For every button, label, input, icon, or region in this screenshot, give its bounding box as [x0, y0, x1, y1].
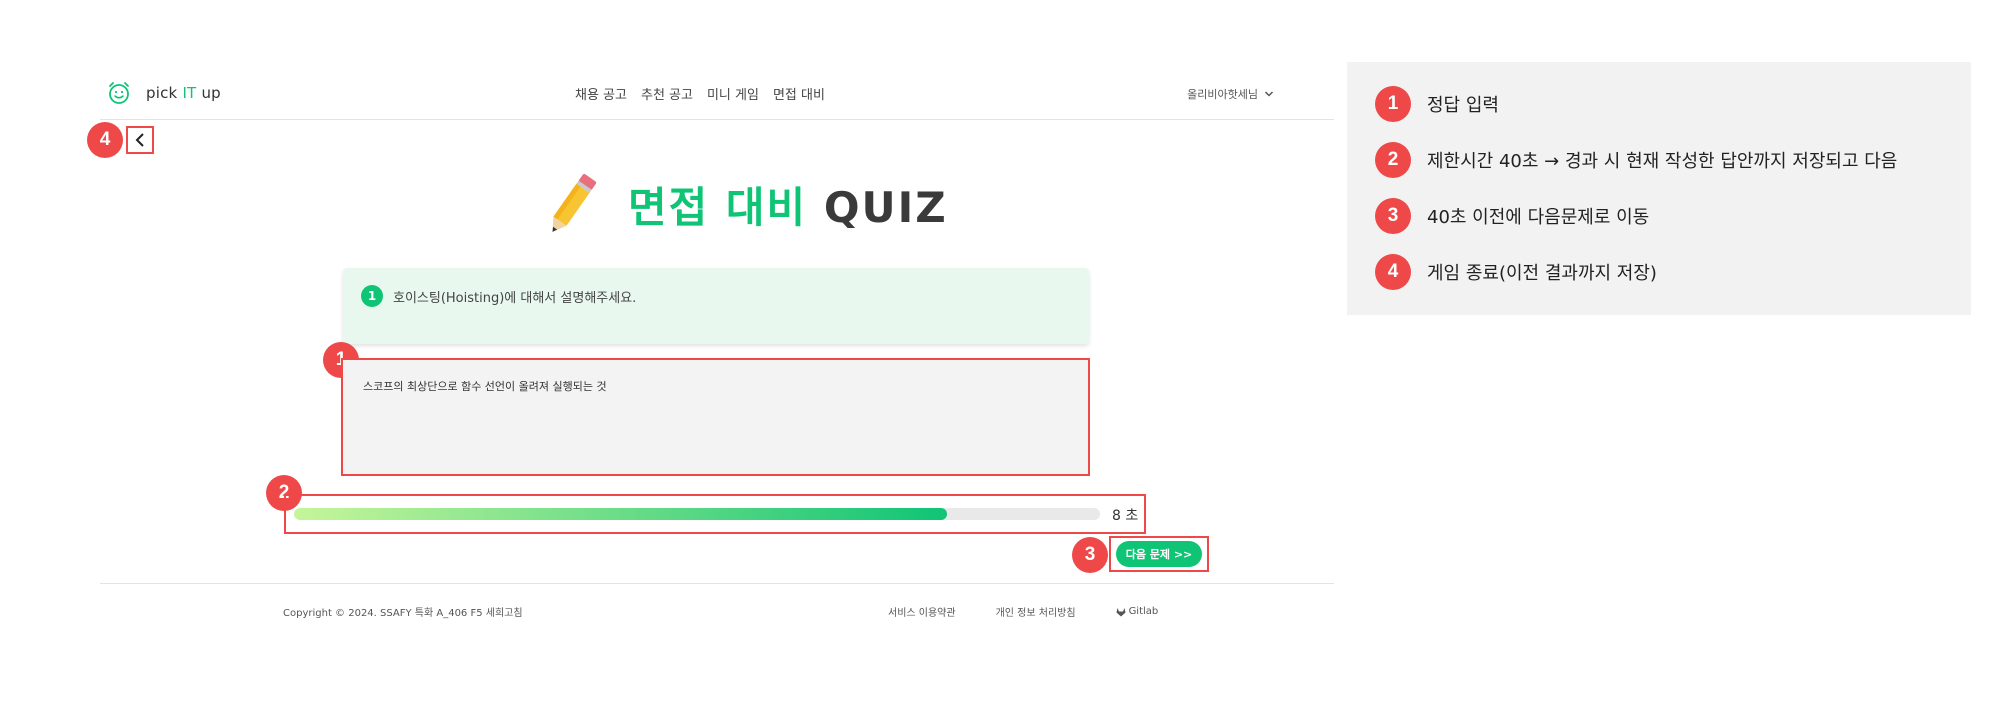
footer-links: 서비스 이용약관 개인 정보 처리방침 Gitlab: [888, 604, 1158, 619]
user-menu[interactable]: 올리비아핫세님: [1187, 86, 1274, 102]
gitlab-icon: [1116, 607, 1126, 616]
legend-text: 40초 이전에 다음문제로 이동: [1427, 207, 1650, 228]
answer-textarea[interactable]: 스코프의 최상단으로 함수 선언이 올려져 실행되는 것: [341, 358, 1090, 476]
timer-fill: [294, 508, 947, 520]
legend-marker: 3: [1375, 198, 1411, 234]
title-dark: QUIZ: [823, 182, 948, 232]
chevron-down-icon: [1264, 91, 1274, 97]
timer-label: 8 초: [1112, 508, 1139, 524]
timer: 8 초: [284, 494, 1146, 534]
footer-link-terms[interactable]: 서비스 이용약관: [888, 604, 956, 619]
legend-marker: 2: [1375, 142, 1411, 178]
legend-item: 2 제한시간 40초 → 경과 시 현재 작성한 답안까지 저장되고 다음: [1375, 141, 1897, 179]
answer-value: 스코프의 최상단으로 함수 선언이 올려져 실행되는 것: [363, 380, 607, 393]
site-header: pick IT up 채용 공고 추천 공고 미니 게임 면접 대비 올리비아핫세님: [100, 72, 1334, 120]
footer-link-privacy[interactable]: 개인 정보 처리방침: [996, 604, 1076, 619]
back-button[interactable]: [126, 126, 154, 154]
nav-interview-prep[interactable]: 면접 대비: [773, 84, 825, 103]
logo[interactable]: pick IT up: [106, 80, 221, 106]
app-screenshot: pick IT up 채용 공고 추천 공고 미니 게임 면접 대비 올리비아핫세님…: [0, 0, 1340, 702]
gitlab-link-label: Gitlab: [1128, 606, 1159, 617]
annotation-marker-3: 3: [1072, 537, 1108, 573]
question-text: 호이스팅(Hoisting)에 대해서 설명해주세요.: [393, 291, 637, 306]
main-nav: 채용 공고 추천 공고 미니 게임 면접 대비: [575, 84, 825, 103]
logo-text: pick IT up: [146, 84, 221, 102]
logo-pick: pick: [146, 84, 178, 102]
legend-item: 1 정답 입력: [1375, 85, 1499, 123]
legend-marker: 1: [1375, 86, 1411, 122]
nav-recommended-postings[interactable]: 추천 공고: [641, 84, 693, 103]
nav-mini-game[interactable]: 미니 게임: [707, 84, 759, 103]
legend-panel: 1 정답 입력 2 제한시간 40초 → 경과 시 현재 작성한 답안까지 저장…: [1347, 62, 1971, 315]
pencil-icon: [552, 173, 597, 232]
next-question-button[interactable]: 다음 문제 >>: [1116, 541, 1202, 567]
legend-text: 정답 입력: [1427, 95, 1499, 116]
page-title: 면접 대비 QUIZ: [540, 168, 948, 240]
footer-copyright: Copyright © 2024. SSAFY 특화 A_406 F5 세희고침: [283, 608, 523, 619]
logo-up: up: [201, 84, 221, 102]
annotation-marker-4: 4: [87, 122, 123, 158]
nav-job-postings[interactable]: 채용 공고: [575, 84, 627, 103]
legend-text: 제한시간 40초 → 경과 시 현재 작성한 답안까지 저장되고 다음: [1427, 151, 1898, 172]
chevron-left-icon: [135, 133, 144, 147]
footer-divider: [100, 583, 1334, 584]
logo-it: IT: [182, 84, 197, 102]
user-name: 올리비아핫세님: [1187, 88, 1258, 101]
legend-item: 4 게임 종료(이전 결과까지 저장): [1375, 253, 1657, 291]
title-green: 면접 대비: [628, 182, 808, 232]
legend-item: 3 40초 이전에 다음문제로 이동: [1375, 197, 1649, 235]
question-number: 1: [361, 285, 383, 307]
timer-track: [294, 508, 1100, 520]
legend-marker: 4: [1375, 254, 1411, 290]
title-text: 면접 대비 QUIZ: [628, 174, 948, 235]
question-card: 1 호이스팅(Hoisting)에 대해서 설명해주세요.: [343, 268, 1089, 344]
legend-text: 게임 종료(이전 결과까지 저장): [1427, 263, 1657, 284]
alarm-clock-smile-icon: [109, 82, 129, 104]
footer-link-gitlab[interactable]: Gitlab: [1116, 604, 1159, 619]
next-button-highlight: 다음 문제 >>: [1109, 536, 1209, 572]
